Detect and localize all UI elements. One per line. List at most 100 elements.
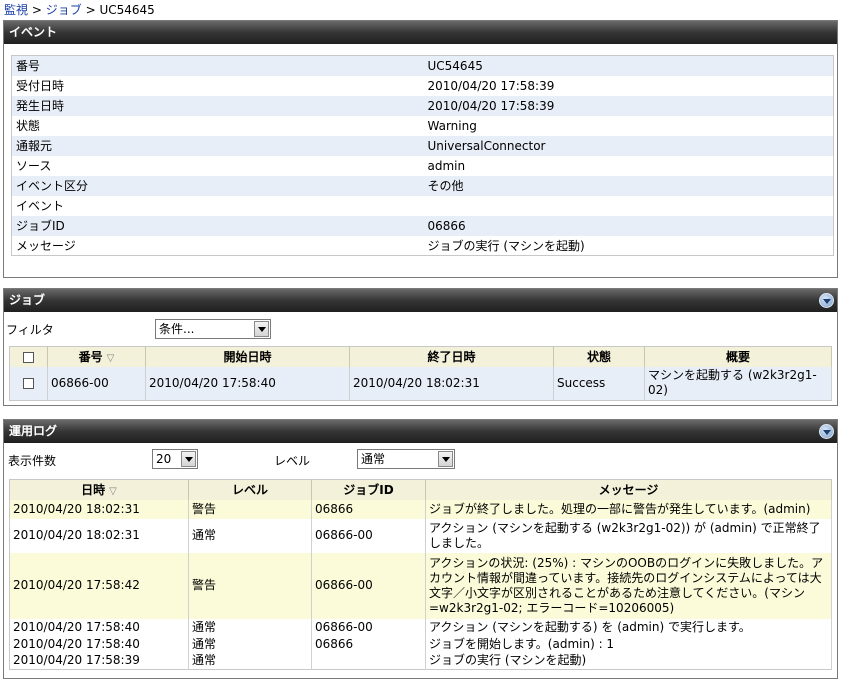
oplog-panel-header: 運用ログ [4,420,837,443]
job-number[interactable]: 06866-00 [47,366,146,401]
log-level: 警告 [188,552,312,619]
event-detail-table: 番号 UC54645 受付日時 2010/04/20 17:58:39 発生日時 20… [11,55,834,256]
oplog-col-message[interactable]: メッセージ [425,479,832,500]
log-level: 通常 [188,635,312,653]
oplog-col-level-label: レベル [231,483,268,498]
log-message: アクションの状況: (25%) : マシンのOOBのログインに失敗しました。アカ… [425,552,832,619]
event-row-reporter: 通報元 UniversalConnector [11,135,834,156]
log-datetime: 2010/04/20 17:58:39 [9,652,189,670]
event-value: その他 [417,175,834,196]
log-datetime: 2010/04/20 17:58:42 [9,552,189,619]
log-level: 通常 [188,652,312,670]
collapse-icon[interactable] [819,293,834,308]
event-value: 2010/04/20 17:58:39 [427,78,555,93]
job-panel-title: ジョブ [9,293,46,307]
log-datetime: 2010/04/20 18:02:31 [9,499,189,519]
table-row: 2010/04/20 17:58:39 通常 ジョブの実行 (マシンを起動) [9,652,832,670]
job-table: 番号 ▽ 開始日時 終了日時 状態 概要 06866-00 2010/04/20 … [9,346,832,401]
job-select-all-header [9,346,48,367]
event-label: イベント区分 [11,175,418,196]
event-row-category: イベント区分 その他 [11,175,834,196]
event-row-received: 受付日時 2010/04/20 17:58:39 [12,76,834,96]
oplog-col-datetime-label: 日時 [81,483,106,498]
job-start: 2010/04/20 17:58:40 [145,366,350,401]
log-message: アクション (マシンを起動する (w2k3r2g1-02)) が (admin)… [425,518,832,553]
log-level: 通常 [188,618,312,636]
job-col-status[interactable]: 状態 [553,346,645,367]
filter-label: フィルタ [6,323,54,337]
event-row-source: ソース admin [12,156,834,176]
log-message: ジョブを開始します。(admin) : 1 [425,635,832,653]
log-message: アクション (マシンを起動する) を (admin) で実行します。 [425,618,832,636]
log-job-id[interactable]: 06866-00 [311,518,426,553]
filter-select-value: 条件... [159,322,195,336]
log-job-id[interactable] [311,652,426,670]
event-label: メッセージ [16,238,76,253]
log-job-id[interactable]: 06866 [311,499,426,519]
row-checkbox[interactable] [23,377,34,389]
filter-select[interactable]: 条件... [155,319,271,339]
event-row-job-id: ジョブID 06866 [11,215,834,236]
event-label: 状態 [16,119,41,133]
display-count-label: 表示件数 [8,454,57,468]
event-value: admin [427,158,466,173]
job-col-status-label: 状態 [586,350,611,365]
dropdown-arrow-icon[interactable] [438,451,453,467]
event-label: 受付日時 [16,79,65,93]
oplog-col-jobid[interactable]: ジョブID [311,479,426,500]
job-panel-header: ジョブ [4,289,837,312]
breadcrumb-separator: > [31,3,42,17]
level-select-value: 通常 [361,452,386,466]
dropdown-arrow-icon[interactable] [254,321,269,337]
job-col-number[interactable]: 番号 ▽ [47,346,146,367]
breadcrumb-separator: > [85,3,96,17]
job-table-header: 番号 ▽ 開始日時 終了日時 状態 概要 [9,346,832,367]
job-panel: ジョブ フィルタ 条件... 番号 ▽ 開始日時 終了日時 状態 概要 0686… [3,288,838,406]
breadcrumb-current: UC54645 [99,3,155,17]
sort-desc-icon[interactable]: ▽ [109,486,117,497]
breadcrumb-link-monitor[interactable]: 監視 [4,3,28,17]
level-select[interactable]: 通常 [357,449,455,469]
event-value: Warning [427,118,477,133]
event-row-occurred: 発生日時 2010/04/20 17:58:39 [11,95,834,116]
sort-desc-icon[interactable]: ▽ [107,353,115,364]
job-filter-row: フィルタ 条件... [6,317,306,339]
event-row-event: イベント [12,196,834,216]
log-job-id[interactable]: 06866-00 [311,618,426,636]
job-col-start[interactable]: 開始日時 [145,346,350,367]
log-message: ジョブが終了しました。処理の一部に警告が発生しています。(admin) [425,499,832,519]
event-label: 番号 [11,55,418,76]
table-row[interactable]: 06866-00 2010/04/20 17:58:40 2010/04/20 … [9,366,832,401]
select-all-checkbox[interactable] [23,351,34,363]
log-level: 警告 [188,499,312,519]
job-col-summary[interactable]: 概要 [644,346,832,367]
breadcrumb: 監視 > ジョブ > UC54645 [4,3,155,18]
table-row: 2010/04/20 18:02:31 通常 06866-00 アクション (マ… [9,518,832,553]
oplog-table: 日時 ▽ レベル ジョブID メッセージ 2010/04/20 18:02:31 … [9,479,832,670]
level-label: レベル [274,454,311,468]
log-level: 通常 [188,518,312,553]
oplog-col-datetime[interactable]: 日時 ▽ [9,479,189,500]
event-row-status: 状態 Warning [12,116,834,136]
oplog-panel: 運用ログ 表示件数 20 レベル 通常 日時 ▽ レベル ジョブID メッセージ … [3,419,838,679]
display-count-select[interactable]: 20 [152,449,198,469]
breadcrumb-link-job[interactable]: ジョブ [46,3,82,17]
event-label: イベント [16,199,65,213]
oplog-col-jobid-label: ジョブID [343,483,394,498]
event-label: ソース [16,159,52,173]
collapse-icon[interactable] [819,424,834,439]
event-panel-header: イベント [4,21,837,44]
job-col-summary-label: 概要 [725,350,750,365]
oplog-col-message-label: メッセージ [598,483,659,498]
oplog-col-level[interactable]: レベル [188,479,312,500]
table-row: 2010/04/20 17:58:40 通常 06866 ジョブを開始します。(… [9,635,832,653]
job-row-checkbox-cell [9,366,48,401]
event-label: 発生日時 [11,95,418,116]
log-message: ジョブの実行 (マシンを起動) [425,652,832,670]
event-label: 通報元 [11,135,418,156]
job-col-end[interactable]: 終了日時 [349,346,554,367]
dropdown-arrow-icon[interactable] [181,451,196,467]
event-label: ジョブID [11,215,418,236]
log-job-id[interactable]: 06866-00 [311,552,426,619]
log-job-id[interactable]: 06866 [311,635,426,653]
